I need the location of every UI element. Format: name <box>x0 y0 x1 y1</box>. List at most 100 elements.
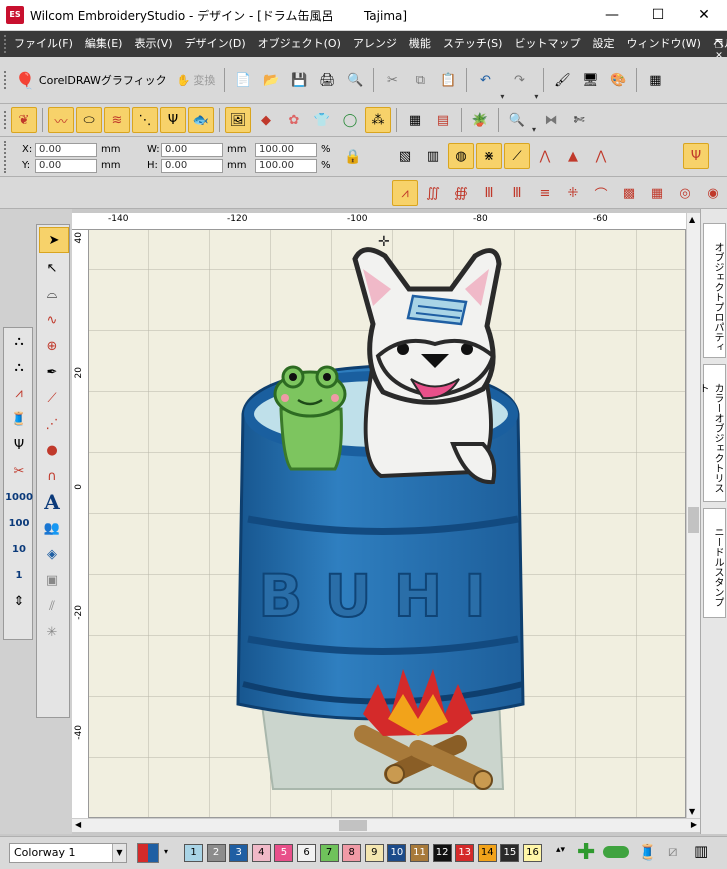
layout-icon[interactable]: ▦ <box>642 67 668 93</box>
color-dots-icon[interactable]: ⁂ <box>365 107 391 133</box>
tab-needle-stamp[interactable]: ニードルスタンプ <box>703 508 726 618</box>
minimize-button[interactable]: — <box>589 0 635 30</box>
grid-icon[interactable]: ▦ <box>402 107 428 133</box>
sparkle-icon[interactable]: ✳ <box>37 619 67 645</box>
line-icon[interactable]: ⟋ <box>37 385 67 411</box>
reshape-icon[interactable]: ↖ <box>37 255 67 281</box>
height-field[interactable]: 0.00 <box>161 159 223 173</box>
thread-swatch-1[interactable]: 1 <box>184 844 203 862</box>
brush-icon[interactable]: 🖌 <box>549 67 575 93</box>
trident-icon[interactable]: Ψ <box>160 107 186 133</box>
feather-icon[interactable]: 〰 <box>48 107 74 133</box>
thread-swatch-2[interactable]: 2 <box>206 844 226 862</box>
frame-icon[interactable]: ▣ <box>37 567 67 593</box>
menu-settings[interactable]: 設定 <box>586 31 620 57</box>
zoom-icon[interactable]: 🔍 <box>504 107 530 133</box>
fish-icon[interactable]: 🐟 <box>188 107 214 133</box>
network2-icon[interactable]: ⛬ <box>4 354 34 380</box>
select-arrow-icon[interactable]: ➤ <box>39 227 69 253</box>
wave-icon[interactable]: ∭ <box>420 180 446 206</box>
chevron-down-icon[interactable]: ▼ <box>112 844 126 862</box>
open-folder-icon[interactable]: 📂 <box>258 67 284 93</box>
pen-icon[interactable]: ✒ <box>37 359 67 385</box>
menu-view[interactable]: 表示(V) <box>128 31 178 57</box>
scissors-icon[interactable]: ✂ <box>4 458 34 484</box>
thread-swatch-6[interactable]: 6 <box>297 844 316 862</box>
sphere-icon[interactable]: ● <box>37 437 67 463</box>
mdi-minimize-icon[interactable]: ▁ <box>715 31 723 41</box>
scroll-left-icon[interactable]: ◀ <box>75 820 81 829</box>
ribbon-icon[interactable]: ✿ <box>281 107 307 133</box>
spiral-icon[interactable]: ◎ <box>672 180 698 206</box>
density-1-icon[interactable]: 1 <box>4 562 34 588</box>
run-line-icon[interactable]: ⋱ <box>132 107 158 133</box>
undo-icon[interactable]: ↶ <box>472 67 498 93</box>
needle-fork-icon[interactable]: Ψ <box>683 143 709 169</box>
satin-fill-icon[interactable]: ◍ <box>448 143 474 169</box>
satin-icon[interactable]: ≋ <box>104 107 130 133</box>
copy-icon[interactable]: ⧉ <box>407 67 433 93</box>
thread-swatch-7[interactable]: 7 <box>319 844 339 862</box>
horizontal-scroll-thumb[interactable] <box>339 820 367 831</box>
scroll-up-icon[interactable]: ▲ <box>689 215 695 224</box>
color-chart-icon[interactable]: ▥ <box>694 842 708 860</box>
menu-design[interactable]: デザイン(D) <box>179 31 252 57</box>
coreldraw-button[interactable]: 🎈 CorelDRAWグラフィック <box>11 71 171 90</box>
menu-edit[interactable]: 編集(E) <box>79 31 129 57</box>
handle-icon[interactable]: ⇕ <box>4 588 34 614</box>
menu-object[interactable]: オブジェクト(O) <box>252 31 347 57</box>
tatami-icon[interactable]: ▧ <box>392 143 418 169</box>
palette-scroll-icon[interactable]: ▴▾ <box>556 845 565 855</box>
maximize-button[interactable]: ☐ <box>635 0 681 30</box>
color-grid-icon[interactable] <box>137 843 159 863</box>
design-canvas[interactable]: BUHI ✛ <box>72 213 686 818</box>
bars-icon[interactable]: Ⅲ <box>504 180 530 206</box>
network-icon[interactable]: ⛬ <box>4 328 34 354</box>
diamond-grid-icon[interactable]: ⁜ <box>560 180 586 206</box>
lock-icon[interactable]: 🔒 <box>344 149 361 165</box>
thread-swatch-15[interactable]: 15 <box>500 844 520 862</box>
width-field[interactable]: 0.00 <box>161 143 223 157</box>
center-tool-icon[interactable]: ⊕ <box>37 333 67 359</box>
thread-swatch-10[interactable]: 10 <box>387 844 407 862</box>
thread-swatch-13[interactable]: 13 <box>455 844 475 862</box>
chevron-down-icon[interactable]: ▾ <box>500 92 504 101</box>
print-preview-icon[interactable]: 🔍 <box>342 67 368 93</box>
chevron-down-icon[interactable]: ▾ <box>534 92 538 101</box>
height-percent-field[interactable]: 100.00 <box>255 159 317 173</box>
chevron-down-icon[interactable]: ▾ <box>164 847 168 856</box>
column-icon[interactable]: ▥ <box>420 143 446 169</box>
spool-icon[interactable]: 🧵 <box>4 406 34 432</box>
redo-icon[interactable]: ↷ <box>506 67 532 93</box>
print-icon[interactable]: 🖨 <box>314 67 340 93</box>
leaf-icon[interactable]: ❦ <box>11 107 37 133</box>
spiral2-icon[interactable]: ◉ <box>700 180 726 206</box>
polyline-icon[interactable]: ⋰ <box>37 411 67 437</box>
flower-pot-icon[interactable]: 🪴 <box>467 107 493 133</box>
triangle-icon[interactable]: ▲ <box>560 143 586 169</box>
tab-object-properties[interactable]: オブジェクトプロパティ <box>703 223 726 358</box>
shirt-icon[interactable]: 👕 <box>309 107 335 133</box>
zigzag-icon[interactable]: ⩘ <box>4 380 34 406</box>
mdi-restore-icon[interactable]: ❐ <box>715 41 723 51</box>
outline-leaf-icon[interactable]: ⬭ <box>76 107 102 133</box>
menu-bitmap[interactable]: ビットマップ <box>508 31 586 57</box>
density-100-icon[interactable]: 100 <box>4 510 34 536</box>
scroll-down-icon[interactable]: ▼ <box>689 807 695 816</box>
vertical-scrollbar[interactable]: ▲ ▼ <box>686 213 700 818</box>
thread-swatch-5[interactable]: 5 <box>274 844 294 862</box>
arc-tool-icon[interactable]: ⌓ <box>37 281 67 307</box>
needle-icon[interactable]: Ψ <box>4 432 34 458</box>
arc-icon[interactable]: ⌒ <box>588 180 614 206</box>
menu-arrange[interactable]: アレンジ <box>347 31 403 57</box>
tab-color-object-list[interactable]: カラーオブジェクトリスト <box>697 364 726 502</box>
convert-button[interactable]: ✋ 変換 <box>173 72 220 88</box>
cross-icon[interactable]: ▩ <box>616 180 642 206</box>
thread-swatch-16[interactable]: 16 <box>523 844 542 862</box>
people-icon[interactable]: 👥 <box>37 515 67 541</box>
thread-swatch-11[interactable]: 11 <box>410 844 429 862</box>
new-file-icon[interactable]: 📄 <box>230 67 256 93</box>
thread-swatch-12[interactable]: 12 <box>432 844 452 862</box>
lines-icon[interactable]: ≡ <box>532 180 558 206</box>
stripes-icon[interactable]: ⫽ <box>37 593 67 619</box>
